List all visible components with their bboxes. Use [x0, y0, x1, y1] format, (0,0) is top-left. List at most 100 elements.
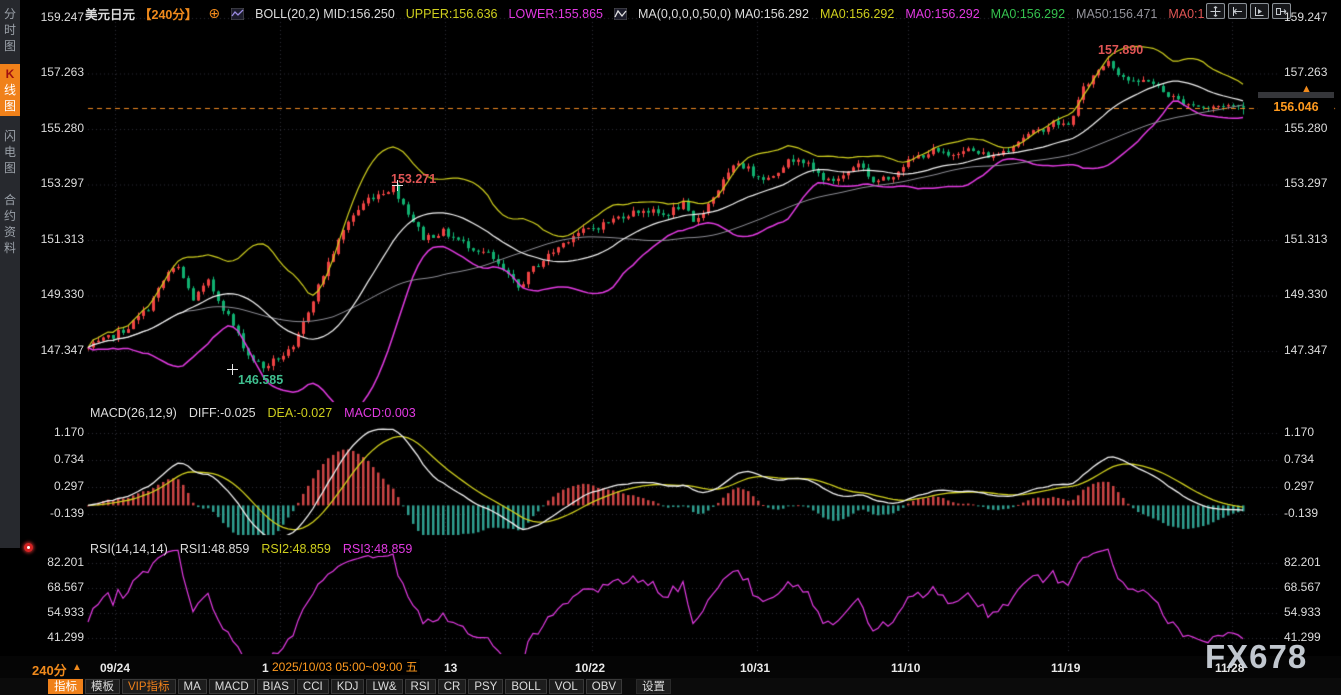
period-selector[interactable]: 240分 [32, 660, 67, 679]
tab-boll[interactable]: BOLL [505, 679, 546, 694]
tab-indicator[interactable]: 指标 [48, 679, 83, 694]
price-chart-canvas[interactable] [0, 0, 1341, 656]
boll-study-icon [231, 8, 244, 20]
tab-template[interactable]: 模板 [85, 679, 120, 694]
price-tick: 159.247 [41, 10, 84, 24]
rsi-tick: 54.933 [47, 605, 84, 619]
rsi-tick: 41.299 [47, 630, 84, 644]
alert-indicator-icon [24, 543, 33, 552]
sidebar-item-lightning-chart[interactable]: 闪电图 [3, 128, 17, 176]
price-tick: 151.313 [41, 232, 84, 246]
rsi-name: RSI(14,14,14) [90, 542, 168, 556]
tab-rsi[interactable]: RSI [405, 679, 436, 694]
ma0-green-value: MA0:156.292 [991, 7, 1065, 21]
ma50-value: MA50:156.471 [1076, 7, 1157, 21]
price-tick: 157.263 [1284, 65, 1327, 79]
tab-kdj[interactable]: KDJ [331, 679, 365, 694]
crosshair-marker-icon [227, 364, 238, 375]
chart-window-controls [1206, 3, 1291, 19]
price-tick: 147.347 [1284, 343, 1327, 357]
sidebar-item-time-chart[interactable]: 分时图 [3, 6, 17, 54]
macd-tick: 0.734 [54, 452, 84, 466]
pan-icon[interactable] [1206, 3, 1225, 19]
left-axis: 159.247 157.263 155.280 153.297 151.313 … [22, 0, 84, 660]
date-tick: 11/19 [1051, 661, 1080, 675]
ma-study-icon [614, 8, 627, 20]
price-tick: 149.330 [1284, 287, 1327, 301]
macd-macd-value: MACD:0.003 [344, 406, 416, 420]
tab-bias[interactable]: BIAS [257, 679, 295, 694]
tab-macd[interactable]: MACD [209, 679, 255, 694]
price-tick: 155.280 [41, 121, 84, 135]
rsi-tick: 68.567 [1284, 580, 1321, 594]
zoom-in-icon[interactable] [1250, 3, 1269, 19]
boll-values: BOLL(20,2) MID:156.250 [255, 7, 395, 21]
macd-tick: 1.170 [1284, 425, 1314, 439]
left-sidebar: 分时图 K线图 闪电图 合约资料 [0, 0, 20, 548]
date-tick-obscured: 1 [262, 661, 269, 675]
sidebar-item-kline-chart[interactable]: K线图 [0, 64, 20, 116]
rsi-tick: 68.567 [47, 580, 84, 594]
tab-cr[interactable]: CR [438, 679, 467, 694]
rsi-panel-header: RSI(14,14,14) RSI1:48.859 RSI2:48.859 RS… [90, 542, 412, 556]
ma0-magenta-value: MA0:156.292 [905, 7, 979, 21]
price-tick: 159.247 [1284, 10, 1327, 24]
tab-psy[interactable]: PSY [468, 679, 503, 694]
macd-tick: 0.734 [1284, 452, 1314, 466]
rsi-tick: 82.201 [47, 555, 84, 569]
rsi3-value: RSI3:48.859 [343, 542, 413, 556]
zoom-out-icon[interactable] [1228, 3, 1247, 19]
ma-values: MA(0,0,0,0,50,0) MA0:156.292 [638, 7, 809, 21]
price-tick: 149.330 [41, 287, 84, 301]
date-tick: 10/22 [575, 661, 605, 675]
macd-tick: 1.170 [54, 425, 84, 439]
date-tick-obscured: 13 [444, 661, 457, 675]
price-tick: 153.297 [1284, 176, 1327, 190]
compare-add-icon[interactable]: ⊕ [208, 5, 220, 22]
rsi-tick: 82.201 [1284, 555, 1321, 569]
tab-vol[interactable]: VOL [549, 679, 584, 694]
tab-vip-indicator[interactable]: VIP指标 [122, 679, 176, 694]
tab-obv[interactable]: OBV [586, 679, 622, 694]
price-tick: 153.297 [41, 176, 84, 190]
rsi2-value: RSI2:48.859 [261, 542, 331, 556]
period-up-arrow-icon[interactable]: ▲ [72, 662, 82, 673]
crosshair-marker-icon [392, 180, 403, 191]
symbol-name: 美元日元 [85, 4, 135, 23]
bar-time-tooltip: 2025/10/03 05:00~09:00 五 [270, 659, 420, 675]
fx678-watermark: FX678 [1205, 638, 1307, 676]
last-price-label: 156.046 [1258, 98, 1334, 116]
macd-panel-header: MACD(26,12,9) DIFF:-0.025 DEA:-0.027 MAC… [90, 406, 416, 420]
ma0-yellow-value: MA0:156.292 [820, 7, 894, 21]
price-tick: 157.263 [41, 65, 84, 79]
low-price-annotation: 146.585 [238, 373, 283, 387]
indicator-toolbar: 指标 模板 VIP指标 MA MACD BIAS CCI KDJ LW& RSI… [0, 678, 1341, 695]
ma0-red-value: MA0:1 [1168, 7, 1204, 21]
date-tick: 10/31 [740, 661, 770, 675]
macd-tick: -0.139 [1284, 506, 1318, 520]
period-label: 【240分】 [139, 4, 197, 23]
high-price-annotation: 157.890 [1098, 43, 1143, 57]
macd-tick: 0.297 [54, 479, 84, 493]
rsi1-value: RSI1:48.859 [180, 542, 250, 556]
boll-upper-value: UPPER:156.636 [406, 7, 498, 21]
macd-name: MACD(26,12,9) [90, 406, 177, 420]
macd-tick: -0.139 [50, 506, 84, 520]
latest-price-pin-icon[interactable]: ▲ [1301, 84, 1312, 95]
boll-lower-value: LOWER:155.865 [509, 7, 604, 21]
macd-tick: 0.297 [1284, 479, 1314, 493]
tab-ma[interactable]: MA [178, 679, 207, 694]
time-axis: 240分 ▲ 09/24 1 2025/10/03 05:00~09:00 五 … [0, 656, 1341, 678]
date-tick: 11/10 [891, 661, 920, 675]
date-tick: 09/24 [100, 661, 130, 675]
price-tick: 155.280 [1284, 121, 1327, 135]
chart-header: 美元日元 【240分】 ⊕ BOLL(20,2) MID:156.250 UPP… [85, 4, 1204, 23]
macd-dea-value: DEA:-0.027 [268, 406, 333, 420]
price-tick: 147.347 [41, 343, 84, 357]
tab-lwr[interactable]: LW& [366, 679, 402, 694]
rsi-tick: 54.933 [1284, 605, 1321, 619]
tab-settings[interactable]: 设置 [636, 679, 671, 694]
sidebar-item-contract-info[interactable]: 合约资料 [3, 192, 17, 256]
price-tick: 151.313 [1284, 232, 1327, 246]
tab-cci[interactable]: CCI [297, 679, 329, 694]
